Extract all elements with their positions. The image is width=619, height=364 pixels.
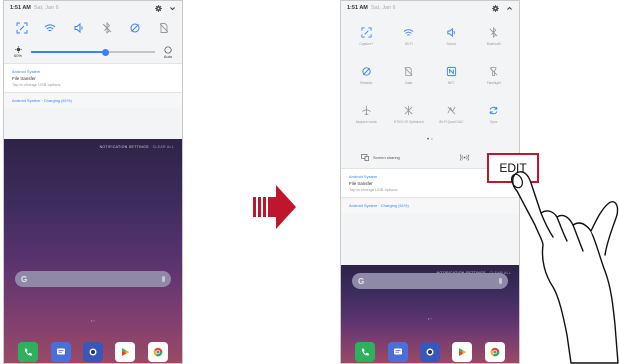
brightness-slider[interactable]	[31, 47, 155, 57]
status-date: Sat, Jan 6	[370, 5, 396, 11]
notification-text: Tap to change USB options	[12, 82, 61, 87]
screen-sharing-label[interactable]: Screen sharing	[373, 155, 400, 160]
google-search-bar[interactable]: G	[352, 273, 508, 289]
tile-label: Airplane mode	[355, 120, 377, 124]
tile-capture[interactable]: Capture+	[345, 21, 388, 58]
quick-settings-grid: Capture+ Wi-Fi Sound Bluetooth Rotation …	[341, 15, 519, 136]
charging-notification[interactable]: Android System · Charging (61%)	[341, 197, 519, 213]
tile-data[interactable]: Data	[388, 60, 431, 97]
brightness-icon	[14, 46, 22, 53]
tile-nfc[interactable]: NFC	[430, 60, 473, 97]
home-screen: NOTIFICATION SETTINGS CLEAR ALL G • ◦	[341, 265, 519, 363]
tile-bluetooth[interactable]: Bluetooth	[473, 21, 516, 58]
tile-sync[interactable]: Sync	[473, 99, 516, 136]
tile-wifi[interactable]: Wi-Fi	[388, 21, 431, 58]
tile-label: Sync	[490, 120, 498, 124]
stick-icon	[401, 102, 417, 118]
notification-title: File transfer	[12, 76, 36, 81]
messages-app-icon[interactable]	[387, 342, 408, 362]
status-date: Sat, Jan 6	[33, 5, 59, 11]
tile-label: Flashlight	[486, 81, 501, 85]
tile-stick[interactable]: STICK IR Optimized	[388, 99, 431, 136]
tile-label: Wi-Fi Quad DAC	[438, 120, 464, 124]
tile-label: Sound	[446, 42, 457, 46]
auto-brightness-label: Auto	[163, 53, 173, 59]
left-phone-screen: 1:51 AM Sat, Jan 6 60% Auto Android Syst…	[3, 0, 183, 364]
capture-icon[interactable]	[13, 19, 31, 37]
messages-app-icon[interactable]	[50, 342, 71, 362]
usb-notification[interactable]: Android System File transfer Tap to chan…	[4, 63, 182, 92]
phone-app-icon[interactable]	[355, 342, 376, 362]
tile-label: Wi-Fi	[404, 42, 413, 46]
tile-label: Rotation	[360, 81, 373, 85]
status-time: 1:51 AM	[10, 5, 31, 11]
wifi-icon	[401, 24, 417, 40]
dac-icon	[443, 102, 459, 118]
mic-icon[interactable]	[499, 278, 502, 284]
sound-icon	[443, 24, 459, 40]
tile-label: NFC	[447, 81, 455, 85]
screen-sharing-icon[interactable]	[361, 153, 369, 161]
google-search-bar[interactable]: G	[15, 271, 171, 287]
nfc-icon	[443, 63, 459, 79]
bluetooth-off-icon[interactable]	[98, 19, 116, 37]
tile-sound[interactable]: Sound	[430, 21, 473, 58]
data-icon	[401, 63, 417, 79]
auto-brightness-icon[interactable]	[164, 45, 172, 54]
play-store-icon[interactable]	[452, 342, 473, 362]
notification-app-name: Android System	[12, 69, 41, 74]
bluetooth-icon	[486, 24, 502, 40]
page-indicator: • ◦	[91, 318, 95, 323]
brightness-row: 60% Auto	[4, 41, 182, 63]
play-store-icon[interactable]	[115, 342, 136, 362]
status-time: 1:51 AM	[347, 5, 368, 11]
tile-page-indicator: • ◦	[427, 137, 433, 143]
tile-label: Data	[405, 81, 413, 85]
app-dock	[12, 342, 174, 362]
app-dock	[349, 342, 511, 362]
mic-icon[interactable]	[162, 276, 165, 282]
brightness-slider-knob[interactable]	[101, 48, 109, 56]
chrome-icon[interactable]	[147, 342, 168, 362]
transition-arrow-icon	[253, 185, 296, 229]
tile-rotation[interactable]: Rotation	[345, 60, 388, 97]
sync-icon	[486, 102, 502, 118]
quick-settings-row	[4, 15, 182, 41]
tile-flashlight[interactable]: Flashlight	[473, 60, 516, 97]
hand-pointer-icon	[510, 171, 619, 364]
chrome-icon[interactable]	[484, 342, 505, 362]
flashlight-icon	[486, 63, 502, 79]
tile-label: Capture+	[359, 42, 374, 46]
chevron-down-icon[interactable]	[169, 5, 176, 12]
sound-icon[interactable]	[70, 19, 88, 37]
data-icon[interactable]	[155, 19, 173, 37]
google-icon: G	[358, 276, 365, 286]
google-icon: G	[21, 274, 28, 284]
capture-icon	[358, 24, 374, 40]
phone-app-icon[interactable]	[18, 342, 39, 362]
rotation-icon[interactable]	[126, 19, 144, 37]
notification-text: Tap to change USB options	[349, 187, 398, 192]
tile-airplane[interactable]: Airplane mode	[345, 99, 388, 136]
cast-icon[interactable]	[460, 153, 469, 161]
wifi-icon[interactable]	[41, 19, 59, 37]
chevron-up-icon[interactable]	[506, 5, 513, 12]
clear-all-button[interactable]: CLEAR ALL	[153, 145, 174, 149]
camera-app-icon[interactable]	[419, 342, 440, 362]
charging-notification[interactable]: Android System · Charging (61%)	[4, 92, 182, 108]
gear-icon[interactable]	[155, 4, 162, 12]
tile-label: STICK IR Optimized	[393, 120, 424, 124]
camera-app-icon[interactable]	[82, 342, 103, 362]
gear-icon[interactable]	[492, 4, 499, 12]
home-screen: NOTIFICATION SETTINGS CLEAR ALL G • ◦	[4, 139, 182, 363]
status-bar: 1:51 AM Sat, Jan 6	[341, 1, 519, 15]
status-bar: 1:51 AM Sat, Jan 6	[4, 1, 182, 15]
notification-settings-button[interactable]: NOTIFICATION SETTINGS	[100, 145, 149, 149]
page-indicator: • ◦	[428, 316, 432, 321]
tile-quad-dac[interactable]: Wi-Fi Quad DAC	[430, 99, 473, 136]
rotation-icon	[358, 63, 374, 79]
airplane-icon	[358, 102, 374, 118]
brightness-value: 60%	[13, 53, 22, 58]
tile-label: Bluetooth	[486, 42, 501, 46]
